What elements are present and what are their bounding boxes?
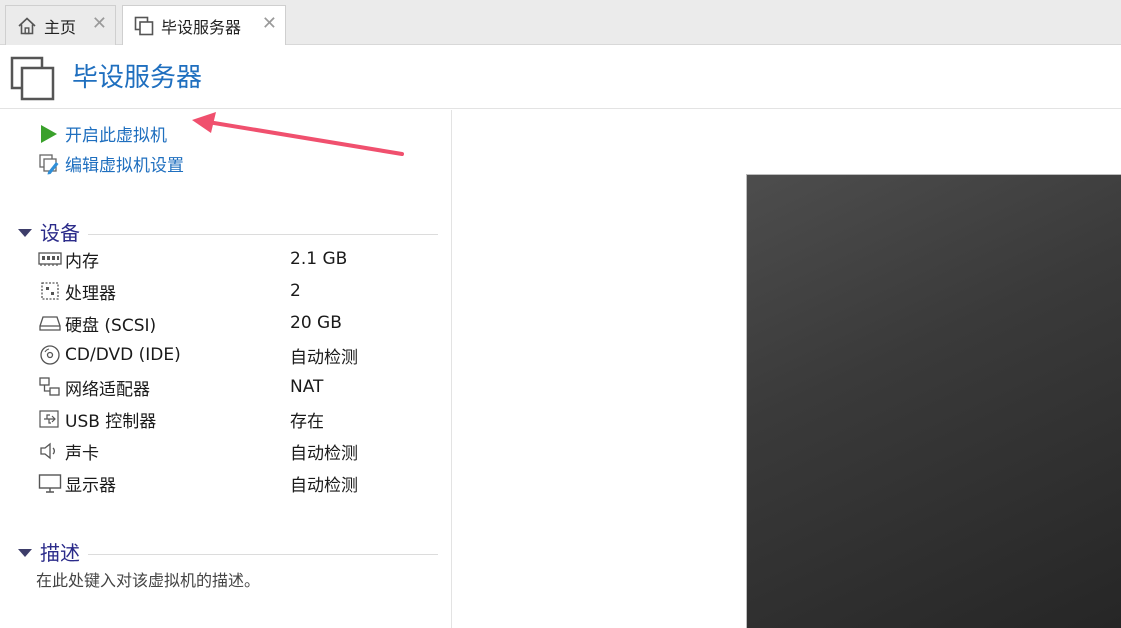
power-on-button[interactable]: 开启此虚拟机 xyxy=(38,121,167,146)
device-row-memory[interactable]: 内存 2.1 GB xyxy=(38,245,438,273)
tab-vm[interactable]: 毕设服务器 ✕ xyxy=(122,5,286,46)
play-icon xyxy=(41,124,57,143)
close-icon[interactable]: ✕ xyxy=(92,15,107,33)
page-title: 毕设服务器 xyxy=(72,63,203,93)
edit-settings-icon xyxy=(39,153,59,174)
hard-disk-icon xyxy=(39,316,61,331)
device-row-sound-card[interactable]: 声卡 自动检测 xyxy=(38,437,438,465)
memory-icon xyxy=(38,252,62,266)
device-value: 自动检测 xyxy=(290,475,358,496)
device-value: NAT xyxy=(290,377,324,397)
tab-home[interactable]: 主页 ✕ xyxy=(5,5,116,45)
tab-vm-label: 毕设服务器 xyxy=(161,18,242,37)
device-row-hard-disk[interactable]: 硬盘 (SCSI) 20 GB xyxy=(38,309,438,337)
divider xyxy=(88,554,438,555)
device-name: 网络适配器 xyxy=(65,379,150,400)
device-row-network-adapter[interactable]: 网络适配器 NAT xyxy=(38,373,438,401)
usb-icon xyxy=(39,410,59,428)
tab-bar: 主页 ✕ 毕设服务器 ✕ xyxy=(0,0,1121,46)
device-name: USB 控制器 xyxy=(65,411,157,432)
vm-icon xyxy=(10,56,55,101)
display-icon xyxy=(38,474,62,493)
collapse-triangle-icon[interactable] xyxy=(18,548,32,557)
device-value: 2 xyxy=(290,281,301,301)
tab-home-label: 主页 xyxy=(44,17,77,37)
device-value: 20 GB xyxy=(290,313,342,333)
cd-dvd-icon xyxy=(40,345,60,365)
devices-section-title: 设备 xyxy=(40,221,80,245)
description-section-title: 描述 xyxy=(40,541,80,565)
device-value: 自动检测 xyxy=(290,443,358,464)
device-value: 存在 xyxy=(290,411,324,432)
device-name: CD/DVD (IDE) xyxy=(65,345,181,365)
vm-icon xyxy=(134,16,154,36)
device-row-display[interactable]: 显示器 自动检测 xyxy=(38,469,438,497)
device-row-usb[interactable]: USB 控制器 存在 xyxy=(38,405,438,433)
vm-console-thumbnail[interactable] xyxy=(746,174,1121,628)
sound-card-icon xyxy=(40,442,55,460)
divider xyxy=(88,234,438,235)
description-section-header[interactable]: 描述 xyxy=(18,537,438,566)
device-name: 处理器 xyxy=(65,283,116,304)
edit-settings-label: 编辑虚拟机设置 xyxy=(65,156,184,176)
device-name: 硬盘 (SCSI) xyxy=(65,315,157,336)
device-name: 显示器 xyxy=(65,475,116,496)
description-field[interactable]: 在此处键入对该虚拟机的描述。 xyxy=(36,567,260,591)
devices-section-header[interactable]: 设备 xyxy=(18,217,438,246)
network-adapter-icon xyxy=(39,377,60,396)
vm-details-panel: 开启此虚拟机 编辑虚拟机设置 设备 内存 2.1 GB 处理器 2 硬盘 (SC… xyxy=(0,110,452,628)
power-on-label: 开启此虚拟机 xyxy=(65,126,167,146)
console-preview-area xyxy=(453,110,1121,628)
home-icon xyxy=(18,16,36,34)
device-name: 内存 xyxy=(65,251,99,272)
cpu-icon xyxy=(41,282,59,300)
device-value: 自动检测 xyxy=(290,347,358,368)
device-row-processor[interactable]: 处理器 2 xyxy=(38,277,438,305)
collapse-triangle-icon[interactable] xyxy=(18,228,32,237)
device-row-cd-dvd[interactable]: CD/DVD (IDE) 自动检测 xyxy=(38,341,438,369)
vm-header: 毕设服务器 xyxy=(0,45,1121,109)
device-value: 2.1 GB xyxy=(290,249,348,269)
device-name: 声卡 xyxy=(65,443,99,464)
edit-settings-button[interactable]: 编辑虚拟机设置 xyxy=(38,151,184,176)
close-icon[interactable]: ✕ xyxy=(262,15,277,33)
